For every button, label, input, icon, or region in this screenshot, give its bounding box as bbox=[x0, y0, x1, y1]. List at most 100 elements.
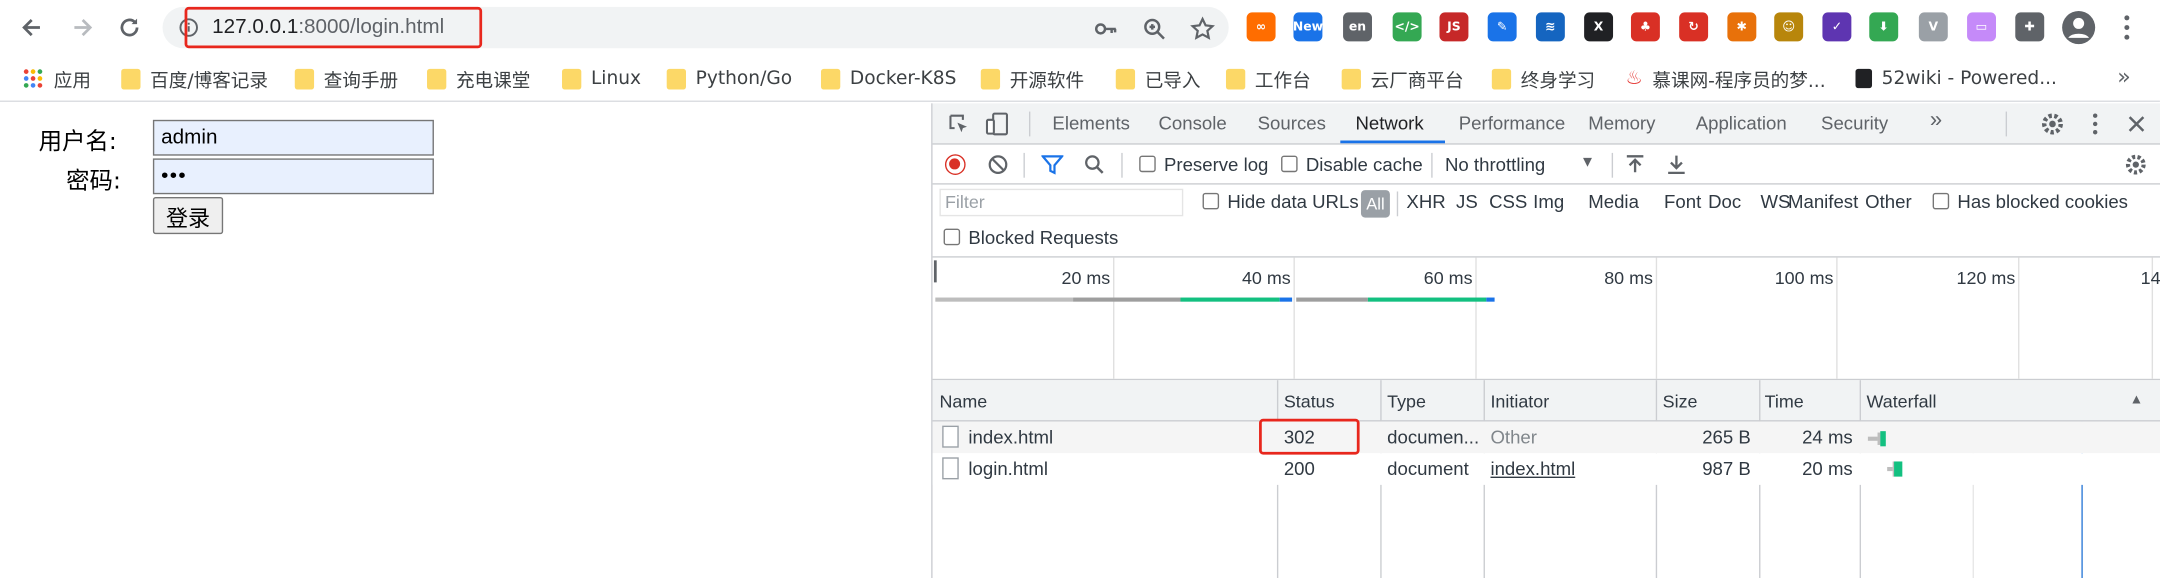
column-header-name[interactable]: Name bbox=[939, 391, 987, 412]
translate-extension-icon[interactable]: en bbox=[1343, 12, 1372, 42]
tab-memory[interactable]: Memory bbox=[1588, 113, 1655, 134]
type-filter-manifest[interactable]: Manifest bbox=[1788, 191, 1858, 212]
blocked-requests-checkbox[interactable]: Blocked Requests bbox=[943, 227, 1118, 248]
bookmark-item[interactable]: 查询手册 bbox=[294, 66, 398, 92]
layers-extension-icon[interactable]: ≋ bbox=[1535, 12, 1565, 42]
network-overview[interactable]: 20 ms 40 ms 60 ms 80 ms 100 ms 120 ms 14 bbox=[932, 257, 2160, 381]
code-extension-icon[interactable]: </> bbox=[1392, 12, 1422, 42]
column-header-size[interactable]: Size bbox=[1663, 391, 1698, 412]
type-filter-other[interactable]: Other bbox=[1865, 191, 1912, 212]
bookmark-item[interactable]: 开源软件 bbox=[980, 66, 1084, 92]
refresh-extension-icon[interactable]: ↻ bbox=[1679, 12, 1709, 42]
type-filter-img[interactable]: Img bbox=[1533, 191, 1564, 212]
import-har-icon[interactable] bbox=[1625, 154, 1644, 175]
bookmark-apps[interactable]: 应用 bbox=[22, 66, 91, 92]
pinwheel-extension-icon[interactable]: ✱ bbox=[1727, 12, 1757, 42]
tab-elements[interactable]: Elements bbox=[1052, 113, 1130, 134]
column-header-type[interactable]: Type bbox=[1387, 391, 1426, 412]
filter-funnel-icon[interactable] bbox=[1041, 154, 1064, 175]
hide-data-urls-checkbox[interactable]: Hide data URLs bbox=[1202, 191, 1359, 212]
type-filter-js[interactable]: JS bbox=[1456, 191, 1478, 212]
bookmark-item[interactable]: 52wiki - Powered... bbox=[1855, 66, 2057, 91]
record-button[interactable] bbox=[944, 154, 966, 175]
screen-extension-icon[interactable]: ▭ bbox=[1967, 12, 1996, 42]
puzzle-extension-icon[interactable]: ✚ bbox=[2015, 12, 2045, 42]
login-submit-button[interactable]: 登录 bbox=[152, 196, 224, 235]
tab-sources[interactable]: Sources bbox=[1258, 113, 1326, 134]
bookmark-item[interactable]: 工作台 bbox=[1225, 66, 1311, 92]
key-icon[interactable] bbox=[1094, 17, 1119, 42]
devtools-menu-icon[interactable] bbox=[2090, 112, 2101, 137]
network-extension-icon[interactable]: ♣ bbox=[1630, 12, 1660, 42]
search-icon[interactable] bbox=[1084, 154, 1105, 175]
more-tabs-button[interactable]: » bbox=[1930, 109, 1942, 134]
face-extension-icon[interactable]: ☺ bbox=[1774, 12, 1804, 42]
folder-icon bbox=[121, 68, 141, 89]
settings-gear-icon[interactable] bbox=[2040, 112, 2065, 137]
table-row[interactable]: index.html 302 documen... Other 265 B 24 ms bbox=[932, 421, 2160, 454]
x-extension-icon[interactable]: X bbox=[1584, 12, 1614, 42]
pen-extension-icon[interactable]: ✎ bbox=[1487, 12, 1517, 42]
inspect-element-icon[interactable] bbox=[948, 113, 970, 135]
tab-performance[interactable]: Performance bbox=[1459, 113, 1565, 134]
password-input[interactable]: ••• bbox=[152, 158, 434, 195]
export-har-icon[interactable] bbox=[1667, 154, 1686, 175]
bookmark-item[interactable]: 终身学习 bbox=[1491, 66, 1595, 92]
reload-button[interactable] bbox=[113, 11, 146, 44]
column-header-time[interactable]: Time bbox=[1765, 391, 1804, 412]
tab-application[interactable]: Application bbox=[1696, 113, 1787, 134]
checkbox-box bbox=[1932, 192, 1950, 210]
bookmark-item[interactable]: 云厂商平台 bbox=[1341, 66, 1464, 92]
close-icon[interactable] bbox=[2127, 114, 2146, 133]
filter-input[interactable]: Filter bbox=[939, 188, 1184, 217]
type-filter-font[interactable]: Font bbox=[1664, 191, 1701, 212]
table-row[interactable]: login.html 200 document index.html 987 B 20 m… bbox=[932, 453, 2160, 485]
tab-security[interactable]: Security bbox=[1821, 113, 1888, 134]
bookmark-item[interactable]: 百度/博客记录 bbox=[121, 66, 268, 92]
bookmark-item[interactable]: ♨ 慕课网-程序员的梦... bbox=[1625, 66, 1825, 92]
type-filter-doc[interactable]: Doc bbox=[1708, 191, 1741, 212]
check-extension-icon[interactable]: ✓ bbox=[1822, 12, 1852, 42]
profile-avatar[interactable] bbox=[2062, 11, 2096, 45]
zoom-icon[interactable] bbox=[1142, 17, 1167, 42]
browser-menu-button[interactable] bbox=[2119, 14, 2136, 42]
bookmark-item[interactable]: 已导入 bbox=[1115, 66, 1200, 92]
sort-ascending-icon[interactable]: ▲ bbox=[2130, 393, 2144, 408]
preserve-log-checkbox[interactable]: Preserve log bbox=[1139, 154, 1268, 175]
folder-icon bbox=[1341, 68, 1361, 89]
type-filter-css[interactable]: CSS bbox=[1489, 191, 1527, 212]
back-button[interactable] bbox=[15, 11, 48, 44]
type-filter-all[interactable]: All bbox=[1360, 190, 1390, 218]
bookmark-star-icon[interactable] bbox=[1190, 16, 1215, 42]
column-header-status[interactable]: Status bbox=[1284, 391, 1335, 412]
device-toolbar-icon[interactable] bbox=[985, 112, 1010, 137]
infinity-extension-icon[interactable]: ∞ bbox=[1246, 12, 1276, 42]
new-extension-icon[interactable]: New bbox=[1293, 12, 1323, 42]
clear-icon[interactable] bbox=[988, 154, 1009, 175]
person-icon bbox=[2068, 17, 2089, 38]
bookmark-item[interactable]: 充电课堂 bbox=[427, 66, 530, 92]
cell-initiator[interactable]: index.html bbox=[1490, 459, 1575, 480]
column-header-initiator[interactable]: Initiator bbox=[1490, 391, 1549, 412]
type-filter-media[interactable]: Media bbox=[1588, 191, 1639, 212]
cell-name[interactable]: index.html bbox=[968, 427, 1053, 448]
cell-name[interactable]: login.html bbox=[968, 459, 1048, 480]
tab-network[interactable]: Network bbox=[1355, 113, 1423, 134]
tab-console[interactable]: Console bbox=[1158, 113, 1226, 134]
bookmark-item[interactable]: Linux bbox=[562, 66, 641, 91]
disable-cache-checkbox[interactable]: Disable cache bbox=[1281, 154, 1423, 175]
download-extension-icon[interactable]: ⬇ bbox=[1869, 12, 1899, 42]
type-filter-ws[interactable]: WS bbox=[1760, 191, 1790, 212]
vue-extension-icon[interactable]: V bbox=[1918, 12, 1948, 42]
type-filter-xhr[interactable]: XHR bbox=[1406, 191, 1445, 212]
username-input[interactable]: admin bbox=[152, 119, 434, 156]
bookmark-item[interactable]: Docker-K8S bbox=[820, 66, 956, 91]
js-extension-icon[interactable]: JS bbox=[1439, 12, 1469, 42]
bookmarks-more-button[interactable]: » bbox=[2117, 63, 2130, 89]
forward-button[interactable] bbox=[66, 11, 99, 44]
column-header-waterfall[interactable]: Waterfall bbox=[1867, 391, 1937, 412]
network-settings-gear-icon[interactable] bbox=[2124, 153, 2147, 176]
has-blocked-cookies-checkbox[interactable]: Has blocked cookies bbox=[1932, 191, 2128, 212]
bookmark-item[interactable]: Python/Go bbox=[666, 66, 792, 91]
throttling-select[interactable]: No throttling ▼ bbox=[1445, 154, 1595, 175]
